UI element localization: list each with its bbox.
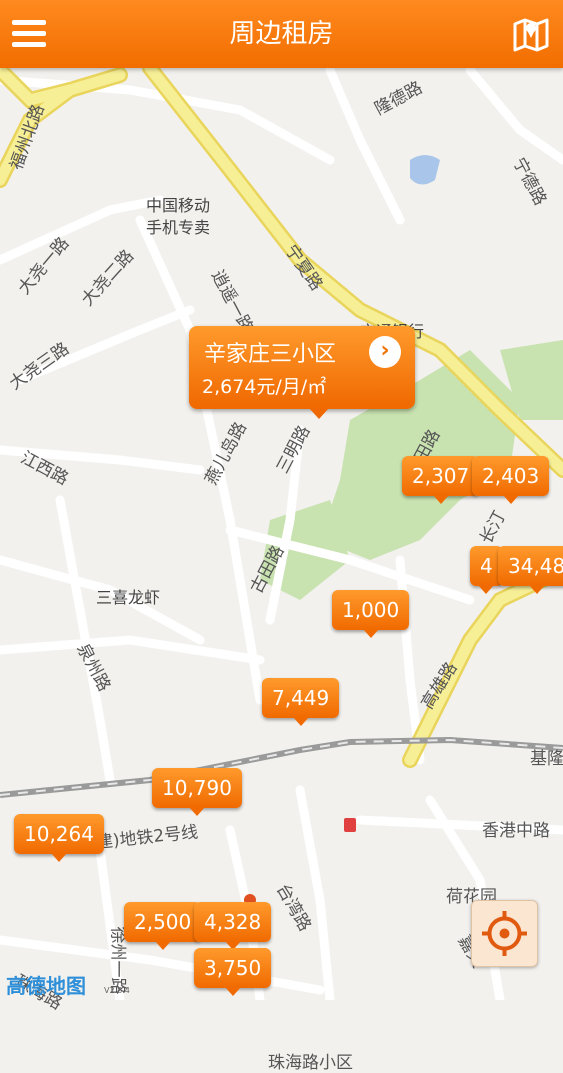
community-price: 2,674元/月/㎡ (202, 376, 327, 398)
poi-sublabel: 手机专卖 (146, 218, 211, 237)
page-title: 周边租房 (229, 19, 334, 49)
locate-me-button[interactable] (471, 900, 538, 967)
price-pin[interactable]: 4,328 (194, 902, 272, 950)
top-bar: 周边租房 (0, 0, 563, 68)
selected-community-popup[interactable]: 辛家庄三小区 2,674元/月/㎡ › (189, 326, 415, 419)
map-provider-version: V2.8.4 (104, 986, 130, 995)
map-view[interactable]: 福州北路 隆德路 宁德路 宁夏路 大尧一路 大尧二路 大尧三路 逍遥一路 江西路… (0, 68, 563, 1073)
price-pin[interactable]: 34,48 (498, 546, 563, 594)
price-pin[interactable]: 10,264 (14, 814, 104, 862)
price-pin[interactable]: 1,000 (332, 590, 410, 638)
road-label: 基隆 (530, 749, 563, 769)
chevron-right-icon[interactable]: › (369, 336, 401, 368)
price-pin[interactable]: 2,500 (124, 902, 202, 950)
crosshair-locate-icon (482, 911, 527, 956)
gas-station-icon (344, 818, 356, 832)
area-label: 珠海路小区 (268, 1053, 353, 1073)
poi-label[interactable]: 三喜龙虾 (96, 584, 160, 608)
community-name: 辛家庄三小区 (204, 342, 337, 367)
price-pin[interactable]: 2,307 (402, 456, 480, 504)
price-pin[interactable]: 2,403 (472, 456, 550, 504)
map-view-button[interactable] (511, 14, 551, 54)
map-icon (513, 18, 549, 52)
price-pin[interactable]: 3,750 (194, 948, 272, 996)
poi-label[interactable]: 中国移动 (146, 192, 210, 216)
price-pin[interactable]: 7,449 (262, 678, 340, 726)
map-provider-logo: 高德地图 (6, 974, 86, 998)
road-label: 香港中路 (482, 821, 550, 841)
price-pin[interactable]: 10,790 (152, 768, 242, 816)
